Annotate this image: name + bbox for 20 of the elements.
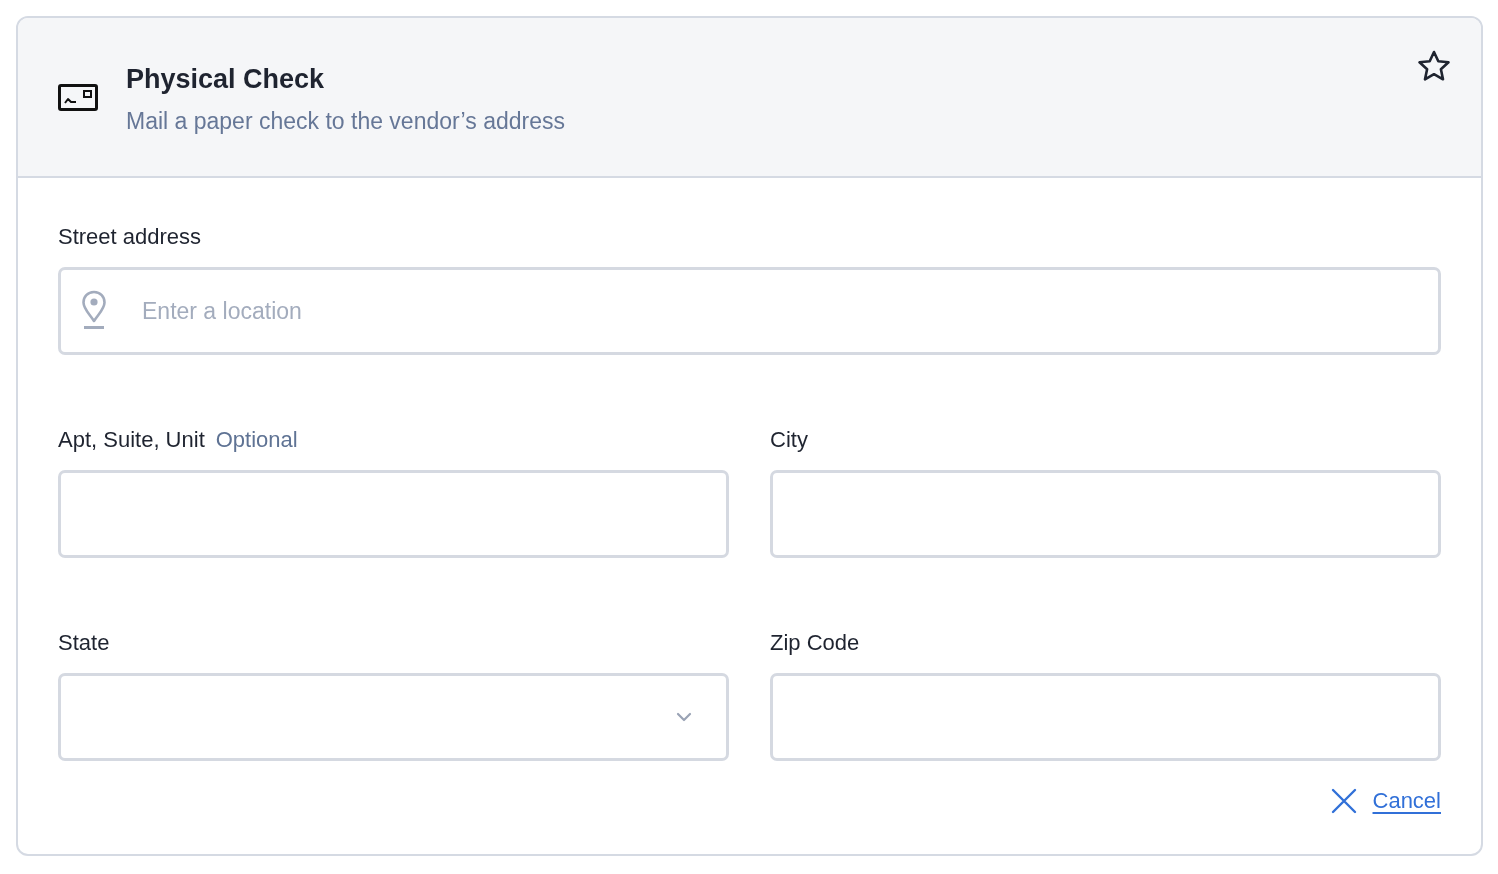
field-label: City: [770, 427, 808, 453]
location-input[interactable]: Enter a location: [58, 267, 1441, 355]
field-label: Apt, Suite, Unit: [58, 427, 205, 453]
star-icon: [1417, 50, 1451, 82]
text-input[interactable]: [58, 470, 729, 558]
chevron-down-icon: [676, 712, 692, 722]
field-label: State: [58, 630, 110, 656]
cancel-link[interactable]: Cancel: [1330, 787, 1441, 815]
field-label: Zip Code: [770, 630, 860, 656]
favorite-button[interactable]: [1417, 50, 1451, 82]
location-pin-icon: [81, 290, 107, 330]
cheque-icon: [58, 83, 98, 111]
card-title: Physical Check: [126, 62, 326, 95]
field-label: Street address: [58, 224, 202, 250]
text-input[interactable]: [770, 470, 1441, 558]
card-subtitle: Mail a paper check to the vendor’s address: [126, 106, 566, 136]
state-select[interactable]: [58, 673, 729, 761]
text-input[interactable]: [770, 673, 1441, 761]
close-icon: [1330, 788, 1357, 814]
optional-hint: Optional: [215, 427, 298, 453]
